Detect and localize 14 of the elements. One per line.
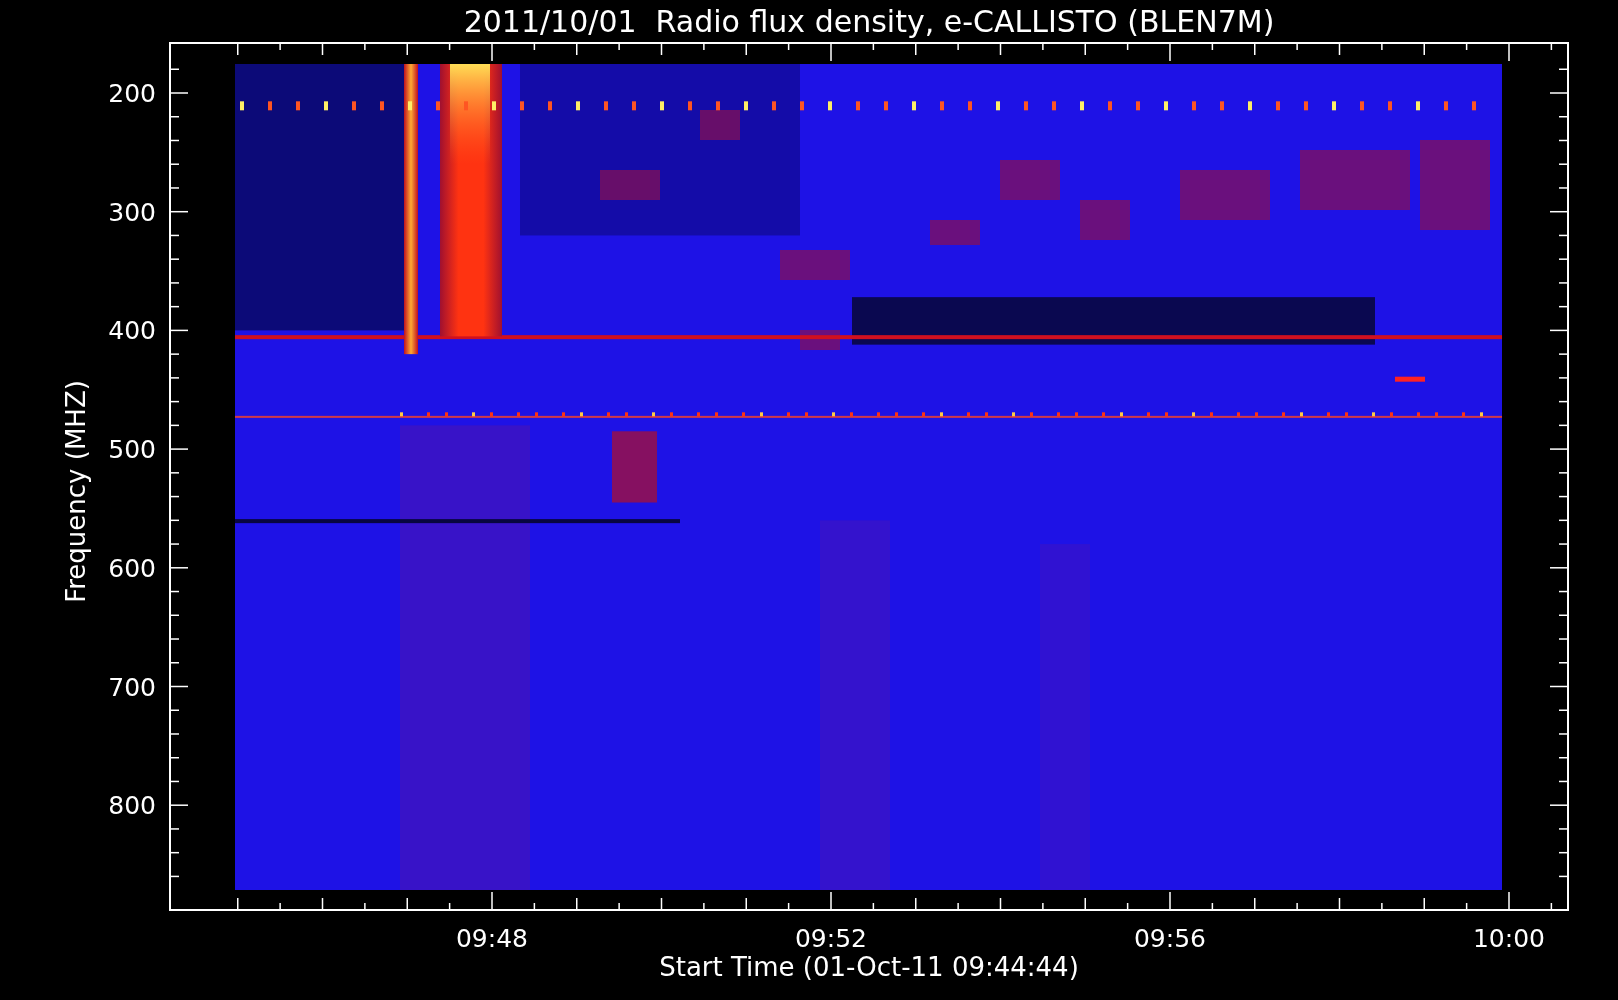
x-tick-label: 09:56 — [1134, 924, 1206, 953]
x-tick-label: 09:52 — [795, 924, 867, 953]
x-axis-label: Start Time (01-Oct-11 09:44:44) — [659, 952, 1079, 982]
chart-title: 2011/10/01 Radio flux density, e-CALLISTO (BLEN7M) — [463, 4, 1275, 39]
y-tick-label: 700 — [108, 672, 156, 702]
y-tick-label: 300 — [108, 197, 156, 227]
y-tick-label: 500 — [108, 435, 156, 465]
y-tick-label: 400 — [108, 316, 156, 346]
x-tick-label: 09:48 — [456, 924, 528, 953]
y-tick-label: 800 — [108, 791, 156, 821]
y-axis-label: Frequency (MHZ) — [61, 380, 91, 603]
y-tick-label: 200 — [108, 79, 156, 108]
x-tick-label: 10:00 — [1473, 924, 1545, 953]
y-tick-label: 600 — [108, 553, 156, 583]
